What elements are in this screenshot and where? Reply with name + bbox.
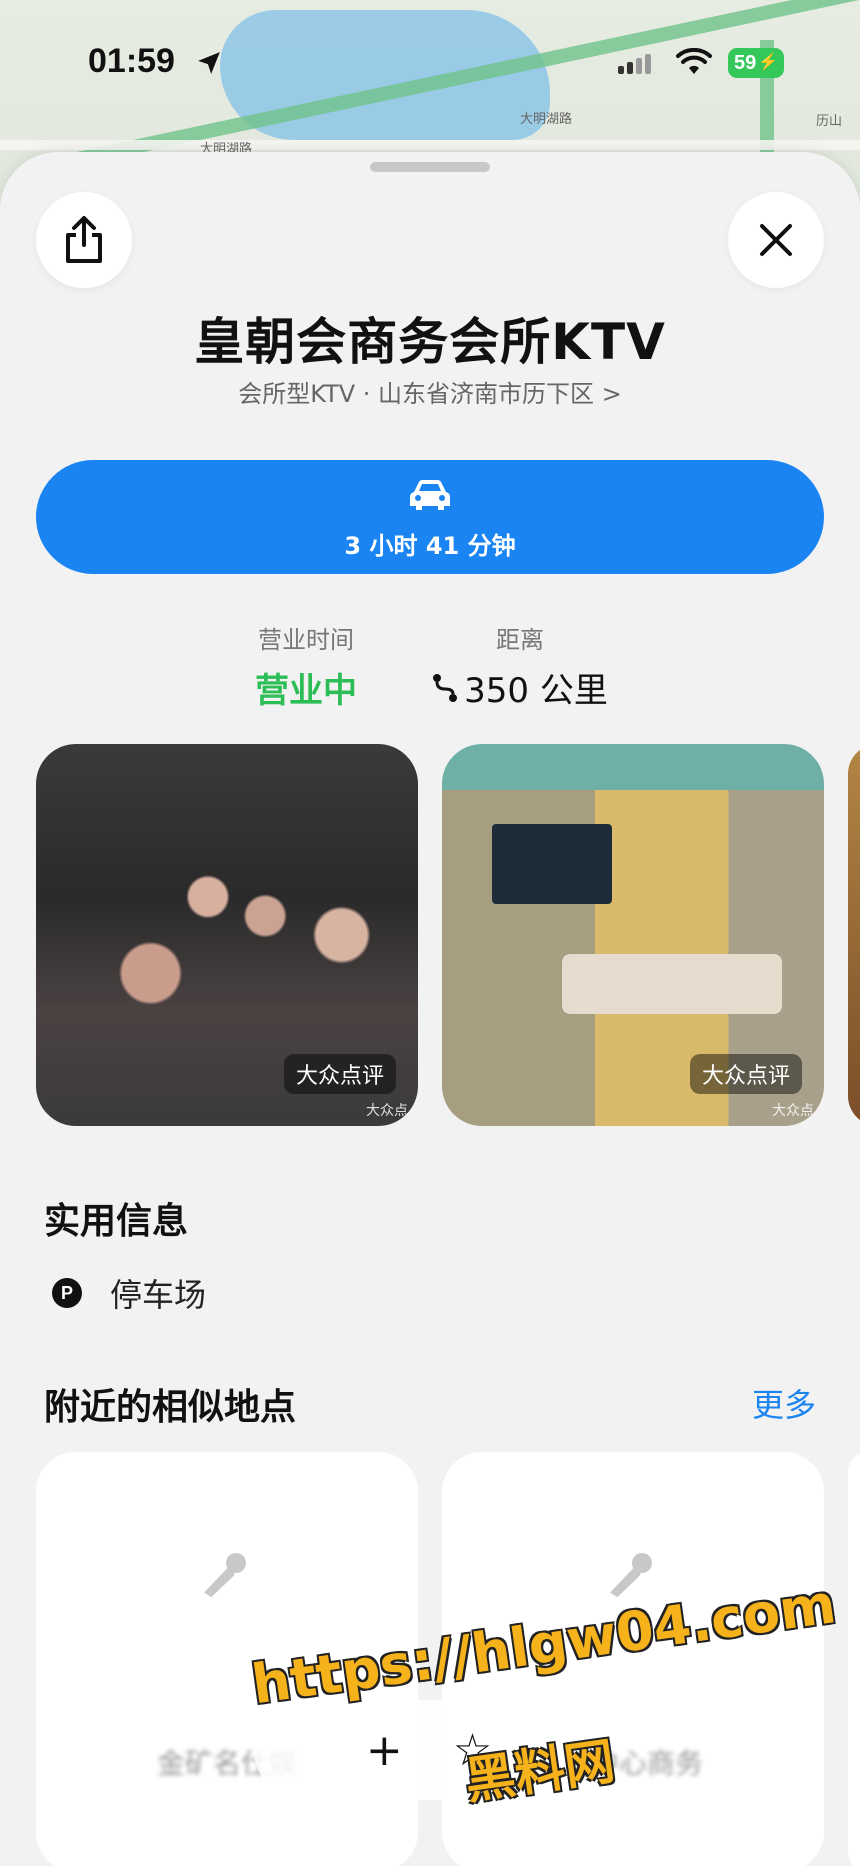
parking-row: P 停车场 (52, 1270, 206, 1316)
chevron-right-icon: > (601, 380, 622, 408)
clock: 01:59 (88, 42, 175, 80)
battery-indicator: 59 ⚡ (728, 48, 784, 78)
nearby-card-partial[interactable] (848, 1452, 860, 1866)
parking-icon: P (52, 1278, 82, 1308)
photo-carousel[interactable]: 大众点评 大众点 大众点评 大众点 (36, 744, 860, 1126)
car-icon (410, 480, 450, 510)
battery-level: 59 (734, 52, 757, 74)
place-photo[interactable]: 大众点评 大众点 (442, 744, 824, 1126)
charging-bolt-icon: ⚡ (758, 54, 778, 71)
status-bar: 01:59 59 ⚡ (0, 0, 860, 120)
nearby-title: 附近的相似地点 (44, 1387, 297, 1428)
road (0, 140, 860, 150)
directions-button[interactable]: 3 小时 41 分钟 (36, 460, 824, 574)
hours-info[interactable]: 营业时间 营业中 (226, 620, 386, 712)
microphone-icon (610, 1553, 652, 1598)
photo-watermark: 大众点 (772, 1103, 814, 1119)
sheet-grabber[interactable] (370, 162, 490, 172)
close-icon (760, 224, 792, 256)
share-icon (66, 216, 102, 263)
location-arrow-icon (198, 52, 220, 74)
distance-value: 350 公里 (464, 671, 608, 711)
place-category-location: 会所型KTV · 山东省济南市历下区 (238, 380, 595, 408)
place-title: 皇朝会商务会所KTV (194, 313, 666, 371)
parking-label: 停车场 (110, 1276, 207, 1314)
wifi-icon (676, 48, 712, 74)
useful-info-title: 实用信息 (44, 1201, 189, 1242)
more-link[interactable]: 更多 (752, 1380, 816, 1426)
photo-detail (562, 954, 782, 1014)
travel-time: 3 小时 41 分钟 (344, 532, 516, 560)
place-photo[interactable]: 大众点评 大众点 (36, 744, 418, 1126)
hours-label: 营业时间 (258, 626, 354, 654)
distance-label: 距离 (496, 626, 544, 654)
share-button[interactable] (36, 192, 132, 288)
place-subtitle[interactable]: 会所型KTV · 山东省济南市历下区 > (0, 374, 860, 409)
photo-source-badge: 大众点评 (283, 1054, 396, 1094)
photo-detail (492, 824, 612, 904)
route-icon (433, 673, 458, 702)
cellular-signal-icon (618, 54, 654, 74)
photo-watermark: 大众点 (366, 1103, 408, 1119)
close-button[interactable] (728, 192, 824, 288)
photo-source-badge: 大众点评 (689, 1054, 802, 1094)
place-photo-partial[interactable] (848, 744, 860, 1126)
hours-status: 营业中 (255, 671, 357, 711)
distance-info: 距离 350 公里 (420, 620, 620, 712)
microphone-icon (204, 1553, 246, 1598)
add-icon[interactable]: + (366, 1725, 403, 1776)
